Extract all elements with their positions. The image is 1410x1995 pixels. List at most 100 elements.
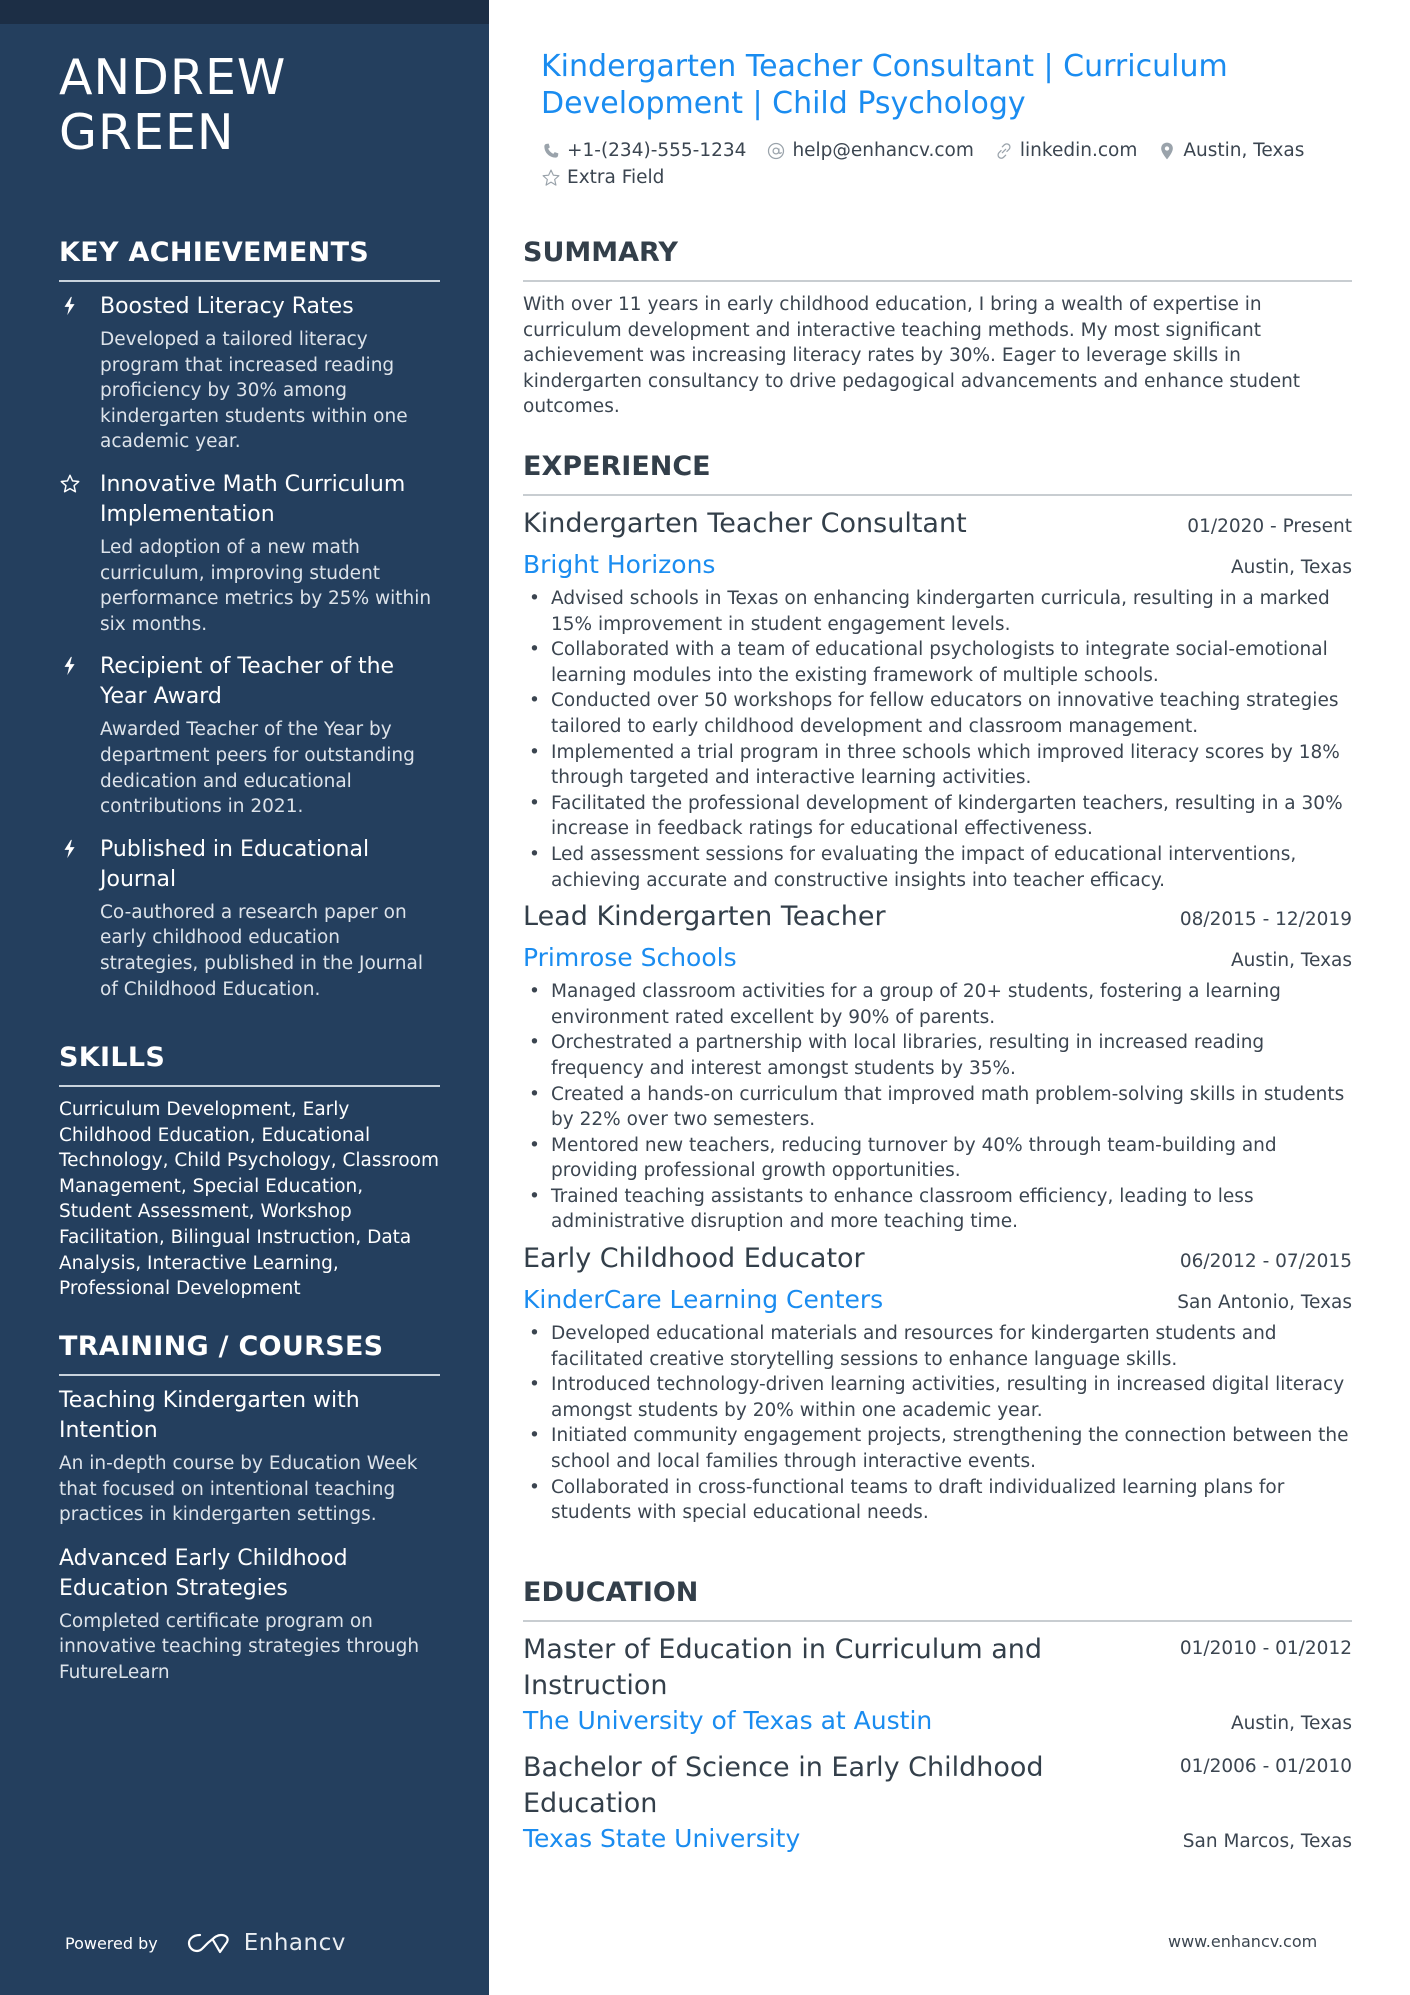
bullet-item: Collaborated with a team of educational …	[523, 637, 1352, 688]
education-location: San Marcos, Texas	[1182, 1831, 1352, 1852]
sidebar: ANDREW GREEN KEY ACHIEVEMENTS Boosted Li…	[0, 0, 489, 1995]
link-text[interactable]: linkedin.com	[1020, 140, 1137, 161]
powered-by: Powered by Enhancv	[65, 1930, 346, 1956]
education-entry: Master of Education in Curriculum and In…	[523, 1632, 1352, 1738]
education-entry: Bachelor of Science in Early Childhood E…	[523, 1750, 1352, 1856]
contact-link[interactable]: linkedin.com	[994, 140, 1137, 161]
skills-list: Curriculum Development, Early Childhood …	[59, 1099, 440, 1300]
headline: Kindergarten Teacher Consultant | Curric…	[541, 49, 1228, 121]
footer-url[interactable]: www.enhancv.com	[1168, 1932, 1317, 1951]
achievement-item: Innovative Math Curriculum Implementatio…	[59, 470, 440, 637]
achievement-description: Awarded Teacher of the Year by departmen…	[100, 719, 415, 818]
experience-heading: EXPERIENCE	[523, 450, 1352, 496]
bullet-item: Introduced technology-driven learning ac…	[523, 1372, 1352, 1423]
achievement-title: Boosted Literacy Rates	[100, 294, 354, 319]
location-pin-icon	[1161, 142, 1174, 159]
bullet-item: Led assessment sessions for evaluating t…	[523, 842, 1352, 893]
job-dates: 01/2020 - Present	[1187, 516, 1352, 537]
extra-field-text: Extra Field	[567, 167, 665, 188]
job-dates: 06/2012 - 07/2015	[1179, 1251, 1352, 1273]
job-bullets: Developed educational materials and reso…	[523, 1321, 1352, 1526]
enhancv-logo-icon	[187, 1933, 229, 1954]
lightning-icon	[64, 657, 75, 676]
achievement-item: Recipient of Teacher of the Year Award A…	[59, 652, 440, 819]
powered-by-label: Powered by	[65, 1933, 158, 1953]
achievement-description: Led adoption of a new math curriculum, i…	[100, 536, 432, 635]
lightning-icon	[64, 839, 75, 858]
company-name: Bright Horizons	[523, 550, 716, 579]
achievement-description: Co-authored a research paper on early ch…	[100, 901, 423, 1000]
job-location: Austin, Texas	[1230, 950, 1352, 972]
phone-icon	[544, 143, 559, 158]
skills-heading: SKILLS	[59, 1041, 440, 1087]
brand-name: Enhancv	[243, 1930, 346, 1956]
job-entry: Lead Kindergarten Teacher 08/2015 - 12/2…	[523, 899, 1352, 1235]
bullet-item: Advised schools in Texas on enhancing ki…	[523, 586, 1352, 637]
achievement-item: Boosted Literacy Rates Developed a tailo…	[59, 292, 440, 455]
job-entry: Kindergarten Teacher Consultant 01/2020 …	[523, 506, 1352, 893]
courses-section: TRAINING / COURSES Teaching Kindergarten…	[59, 1330, 440, 1702]
education-location: Austin, Texas	[1230, 1713, 1352, 1734]
courses-heading: TRAINING / COURSES	[59, 1330, 440, 1376]
job-location: Austin, Texas	[1230, 557, 1352, 578]
achievement-title: Recipient of Teacher of the Year Award	[100, 654, 395, 710]
bullet-item: Conducted over 50 workshops for fellow e…	[523, 688, 1352, 739]
experience-section: EXPERIENCE Kindergarten Teacher Consulta…	[523, 450, 1352, 1532]
contact-phone: +1-(234)-555-1234	[541, 140, 746, 161]
degree-title: Bachelor of Science in Early Childhood E…	[523, 1752, 1044, 1819]
name-first: ANDREW	[59, 49, 287, 106]
job-title: Kindergarten Teacher Consultant	[523, 508, 967, 539]
job-bullets: Advised schools in Texas on enhancing ki…	[523, 586, 1352, 893]
course-description: An in-depth course by Education Week tha…	[59, 1453, 418, 1526]
summary-heading: SUMMARY	[523, 236, 1352, 282]
candidate-name: ANDREW GREEN	[59, 50, 286, 160]
link-icon	[997, 142, 1011, 159]
bullet-item: Developed educational materials and reso…	[523, 1321, 1352, 1372]
at-icon	[768, 142, 785, 159]
achievement-title: Innovative Math Curriculum Implementatio…	[100, 471, 406, 527]
lightning-icon	[64, 296, 75, 316]
course-title: Advanced Early Childhood Education Strat…	[59, 1545, 348, 1601]
education-dates: 01/2010 - 01/2012	[1179, 1638, 1352, 1659]
company-name: KinderCare Learning Centers	[523, 1285, 884, 1315]
achievements-section: KEY ACHIEVEMENTS Boosted Literacy Rates …	[59, 236, 440, 1017]
bullet-item: Created a hands-on curriculum that impro…	[523, 1082, 1352, 1133]
education-dates: 01/2006 - 01/2010	[1179, 1756, 1352, 1777]
star-icon	[542, 169, 560, 186]
achievement-title: Published in Educational Journal	[100, 836, 370, 892]
bullet-item: Collaborated in cross-functional teams t…	[523, 1475, 1352, 1526]
sidebar-top-bar	[0, 0, 489, 24]
education-section: EDUCATION Master of Education in Curricu…	[523, 1576, 1352, 1868]
bullet-item: Mentored new teachers, reducing turnover…	[523, 1133, 1352, 1184]
bullet-item: Managed classroom activities for a group…	[523, 979, 1352, 1030]
course-item: Teaching Kindergarten with Intention An …	[59, 1386, 440, 1528]
school-name: The University of Texas at Austin	[523, 1706, 933, 1735]
phone-text: +1-(234)-555-1234	[567, 140, 747, 161]
contact-location: Austin, Texas	[1157, 140, 1304, 161]
course-item: Advanced Early Childhood Education Strat…	[59, 1544, 440, 1686]
skills-section: SKILLS Curriculum Development, Early Chi…	[59, 1041, 440, 1302]
achievements-heading: KEY ACHIEVEMENTS	[59, 236, 440, 282]
company-name: Primrose Schools	[523, 943, 737, 973]
contact-info: +1-(234)-555-1234 help@enhancv.com linke…	[541, 137, 1361, 191]
email-text[interactable]: help@enhancv.com	[792, 140, 973, 161]
contact-email[interactable]: help@enhancv.com	[766, 140, 974, 161]
summary-section: SUMMARY With over 11 years in early chil…	[523, 236, 1352, 420]
bullet-item: Orchestrated a partnership with local li…	[523, 1030, 1352, 1081]
education-heading: EDUCATION	[523, 1576, 1352, 1622]
summary-text: With over 11 years in early childhood ed…	[523, 294, 1301, 418]
name-last: GREEN	[59, 104, 235, 161]
job-entry: Early Childhood Educator 06/2012 - 07/20…	[523, 1241, 1352, 1526]
achievement-item: Published in Educational Journal Co-auth…	[59, 835, 440, 1002]
course-description: Completed certificate program on innovat…	[59, 1610, 420, 1683]
location-text: Austin, Texas	[1183, 140, 1305, 161]
bullet-item: Trained teaching assistants to enhance c…	[523, 1184, 1352, 1235]
contact-extra: Extra Field	[541, 167, 664, 188]
job-location: San Antonio, Texas	[1177, 1292, 1352, 1314]
degree-title: Master of Education in Curriculum and In…	[523, 1634, 1043, 1701]
bullet-item: Implemented a trial program in three sch…	[523, 740, 1352, 791]
school-name: Texas State University	[523, 1824, 801, 1853]
bullet-item: Facilitated the professional development…	[523, 791, 1352, 842]
bullet-item: Initiated community engagement projects,…	[523, 1423, 1352, 1474]
course-title: Teaching Kindergarten with Intention	[59, 1388, 360, 1443]
